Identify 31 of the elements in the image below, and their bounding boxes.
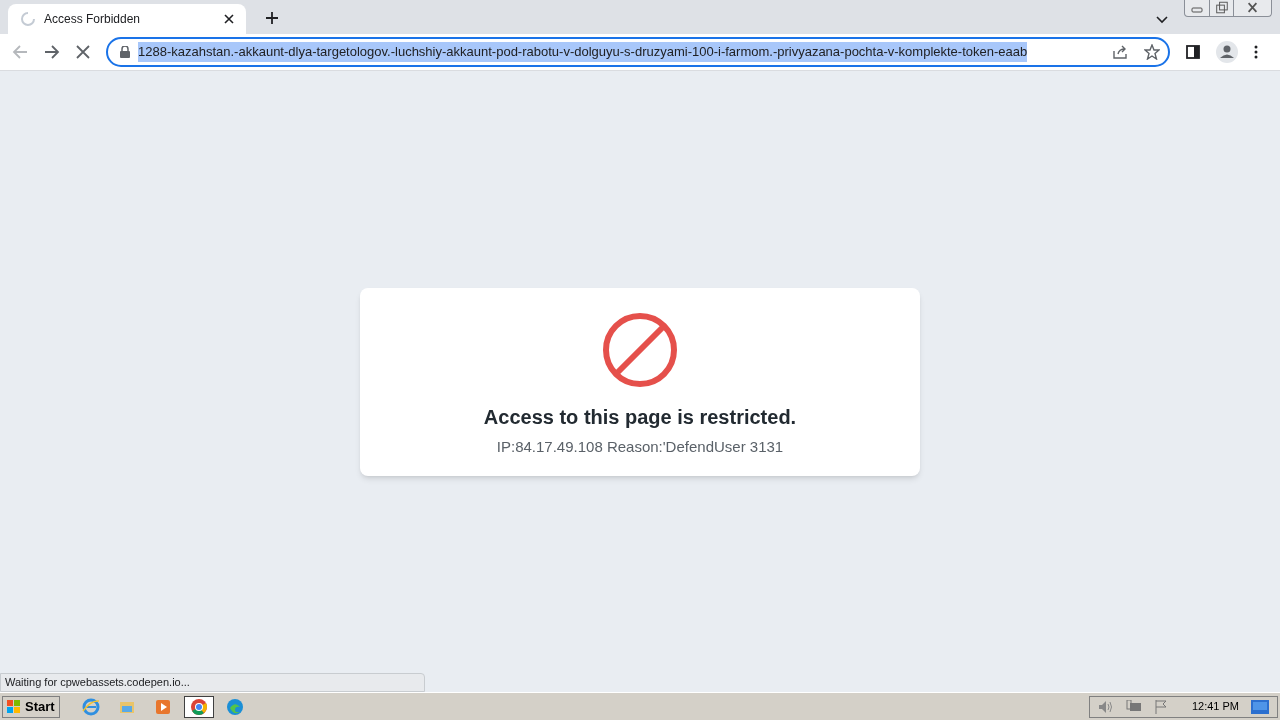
tab-search-icon[interactable] bbox=[1156, 16, 1168, 24]
profile-icon[interactable] bbox=[1216, 41, 1238, 63]
prohibited-icon bbox=[602, 312, 678, 388]
star-icon[interactable] bbox=[1144, 44, 1160, 60]
url-text: 1288-kazahstan.-akkaunt-dlya-targetologov.-luchshiy-akkaunt-pod-rabotu-v-dolguyu-s-druzyami-100-i-farmom.-privyazana-pochta-v-komplekte-token-eaab bbox=[138, 42, 1028, 62]
forward-arrow-icon[interactable] bbox=[44, 44, 60, 60]
flag-icon[interactable] bbox=[1153, 699, 1168, 714]
lock-icon bbox=[120, 46, 130, 58]
new-tab-icon[interactable] bbox=[266, 12, 278, 24]
status-bubble: Waiting for cpwebassets.codepen.io... bbox=[0, 673, 425, 692]
share-icon[interactable] bbox=[1112, 44, 1128, 60]
windows-logo-icon bbox=[7, 699, 21, 714]
restriction-heading: Access to this page is restricted. bbox=[483, 405, 797, 430]
close-icon[interactable] bbox=[224, 14, 234, 24]
menu-icon[interactable] bbox=[1254, 45, 1258, 59]
stop-icon[interactable] bbox=[76, 45, 90, 59]
loading-spinner-icon bbox=[20, 11, 36, 27]
globe-icon bbox=[81, 697, 100, 716]
address-bar[interactable]: 1288-kazahstan.-akkaunt-dlya-targetologov.-luchshiy-akkaunt-pod-rabotu-v-dolguyu-s-druzyami-100-i-farmom.-privyazana-pochta-v-komplekte-token-eaab bbox=[106, 37, 1170, 67]
tab-title: Access Forbidden bbox=[44, 11, 142, 28]
start-button[interactable]: Start bbox=[2, 695, 60, 718]
play-icon bbox=[153, 697, 172, 716]
browser-tab[interactable]: Access Forbidden bbox=[8, 4, 246, 34]
wave-icon bbox=[225, 697, 244, 716]
clock: 12:41 PM bbox=[1191, 699, 1239, 715]
browser-icon bbox=[189, 697, 208, 716]
side-panel-icon[interactable] bbox=[1186, 45, 1200, 59]
desktop-icon[interactable] bbox=[1251, 699, 1269, 714]
restriction-detail: IP:84.17.49.108 Reason:'DefendUser 3131 bbox=[496, 437, 784, 457]
network-icon[interactable] bbox=[1125, 699, 1142, 714]
taskbar-app[interactable] bbox=[183, 695, 214, 718]
